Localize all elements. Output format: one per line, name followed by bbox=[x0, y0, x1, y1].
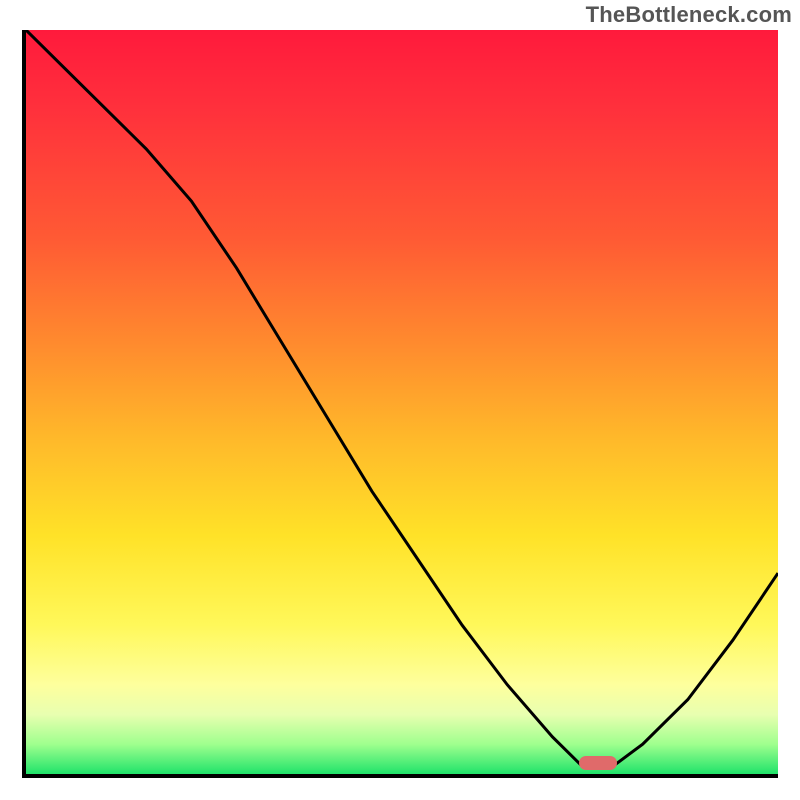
watermark-text: TheBottleneck.com bbox=[586, 2, 792, 28]
curve-path bbox=[26, 30, 778, 767]
plot-area bbox=[22, 30, 778, 778]
minimum-marker bbox=[579, 756, 617, 770]
chart-wrapper: TheBottleneck.com bbox=[0, 0, 800, 800]
bottleneck-curve bbox=[26, 30, 778, 774]
